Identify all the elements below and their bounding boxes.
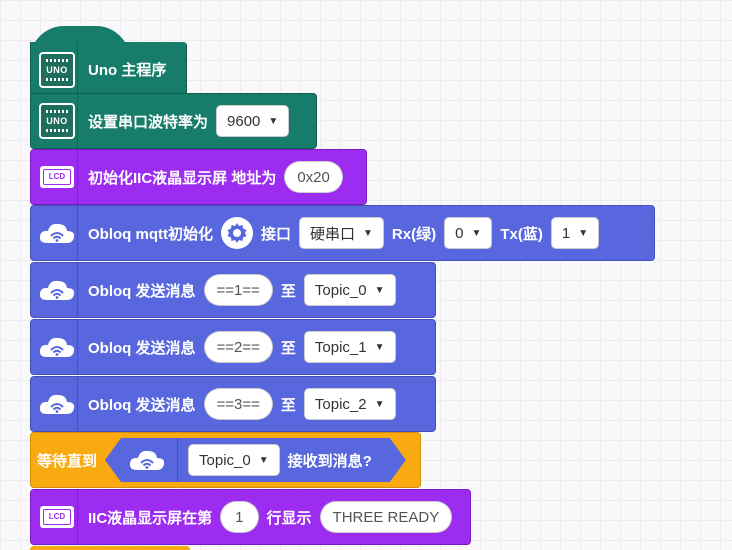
lcd-icon: LCD xyxy=(40,506,74,528)
lcd-icon: LCD xyxy=(40,166,74,188)
lcd-init-label: 初始化IIC液晶显示屏 地址为 xyxy=(88,169,277,187)
next-block-edge xyxy=(30,546,190,550)
message-input[interactable]: ==3== xyxy=(203,388,273,420)
send-label: Obloq 发送消息 xyxy=(88,282,196,300)
topic-dropdown[interactable]: Topic_2 ▼ xyxy=(303,388,396,420)
message-input[interactable]: ==2== xyxy=(203,331,273,363)
cloud-wifi-icon xyxy=(39,223,75,243)
cloud-icon-container xyxy=(37,377,78,431)
topic-dropdown[interactable]: Topic_1 ▼ xyxy=(303,331,396,363)
cloud-icon-container xyxy=(37,320,78,374)
caret-down-icon: ▼ xyxy=(258,454,269,466)
wait-until-block[interactable]: 等待直到 Topic_0 ▼ 接收到消息? xyxy=(30,432,421,488)
cloud-icon-container xyxy=(37,206,78,260)
lcd-init-block[interactable]: LCD 初始化IIC液晶显示屏 地址为 0x20 xyxy=(30,149,367,205)
lcd-show-label: IIC液晶显示屏在第 xyxy=(88,509,213,527)
port-value: 硬串口 xyxy=(310,225,356,243)
mqtt-init-label: Obloq mqtt初始化 xyxy=(88,225,213,243)
topic-value: Topic_2 xyxy=(314,395,367,413)
message-input[interactable]: ==1== xyxy=(203,274,273,306)
wait-until-label: 等待直到 xyxy=(37,452,98,470)
uno-board-icon: UNO xyxy=(39,103,75,139)
to-label: 至 xyxy=(280,396,296,414)
uno-main-block[interactable]: UNO Uno 主程序 xyxy=(30,42,187,98)
cloud-icon-container xyxy=(127,438,178,482)
message-received-condition[interactable]: Topic_0 ▼ 接收到消息? xyxy=(105,438,406,482)
baud-rate-dropdown[interactable]: 9600 ▼ xyxy=(216,105,290,137)
port-dropdown[interactable]: 硬串口 ▼ xyxy=(299,217,384,249)
obloq-mqtt-init-block[interactable]: Obloq mqtt初始化 接口 硬串口 ▼ Rx(绿) 0 ▼ Tx(蓝) 1… xyxy=(30,205,655,261)
lcd-icon-container: LCD xyxy=(37,490,78,544)
row-label: 行显示 xyxy=(266,509,312,527)
cloud-wifi-icon xyxy=(39,337,75,357)
cloud-icon-container xyxy=(37,263,78,317)
obloq-send-block-2[interactable]: Obloq 发送消息 ==2== 至 Topic_1 ▼ xyxy=(30,319,436,375)
lcd-show-block[interactable]: LCD IIC液晶显示屏在第 1 行显示 THREE READY xyxy=(30,489,471,545)
received-label: 接收到消息? xyxy=(287,452,372,470)
serial-baud-block[interactable]: UNO 设置串口波特率为 9600 ▼ xyxy=(30,93,317,149)
topic-dropdown[interactable]: Topic_0 ▼ xyxy=(303,274,396,306)
obloq-send-block-3[interactable]: Obloq 发送消息 ==3== 至 Topic_2 ▼ xyxy=(30,376,436,432)
send-label: Obloq 发送消息 xyxy=(88,396,196,414)
topic-dropdown[interactable]: Topic_0 ▼ xyxy=(188,444,280,476)
port-label: 接口 xyxy=(260,225,291,243)
rx-value: 0 xyxy=(455,224,464,242)
topic-value: Topic_0 xyxy=(199,451,251,469)
tx-dropdown[interactable]: 1 ▼ xyxy=(550,217,600,249)
mqtt-settings-button[interactable] xyxy=(220,217,253,249)
caret-down-icon: ▼ xyxy=(374,341,385,353)
topic-value: Topic_1 xyxy=(314,338,367,356)
topic-value: Topic_0 xyxy=(314,281,367,299)
send-label: Obloq 发送消息 xyxy=(88,339,196,357)
uno-board-icon: UNO xyxy=(39,51,75,88)
uno-main-label: Uno 主程序 xyxy=(88,62,167,79)
obloq-send-block-1[interactable]: Obloq 发送消息 ==1== 至 Topic_0 ▼ xyxy=(30,262,436,318)
caret-down-icon: ▼ xyxy=(471,227,482,239)
line-number-input[interactable]: 1 xyxy=(220,501,259,533)
lcd-icon-container: LCD xyxy=(37,150,78,204)
gear-icon xyxy=(227,223,247,243)
cloud-wifi-icon xyxy=(39,280,75,300)
baud-rate-value: 9600 xyxy=(227,112,261,130)
cloud-wifi-icon xyxy=(127,446,167,474)
rx-label: Rx(绿) xyxy=(391,225,437,243)
display-text-input[interactable]: THREE READY xyxy=(319,501,453,533)
caret-down-icon: ▼ xyxy=(578,227,589,239)
serial-baud-label: 设置串口波特率为 xyxy=(88,113,209,131)
caret-down-icon: ▼ xyxy=(363,227,373,239)
to-label: 至 xyxy=(280,282,296,300)
uno-icon-container: UNO xyxy=(37,94,78,148)
caret-down-icon: ▼ xyxy=(268,115,279,127)
tx-label: Tx(蓝) xyxy=(500,225,543,243)
lcd-address-input[interactable]: 0x20 xyxy=(284,161,343,193)
tx-value: 1 xyxy=(561,224,571,242)
rx-dropdown[interactable]: 0 ▼ xyxy=(444,217,493,249)
caret-down-icon: ▼ xyxy=(374,284,385,296)
cloud-wifi-icon xyxy=(39,394,75,414)
caret-down-icon: ▼ xyxy=(374,398,385,410)
uno-icon-container: UNO xyxy=(37,42,78,97)
to-label: 至 xyxy=(280,339,296,357)
